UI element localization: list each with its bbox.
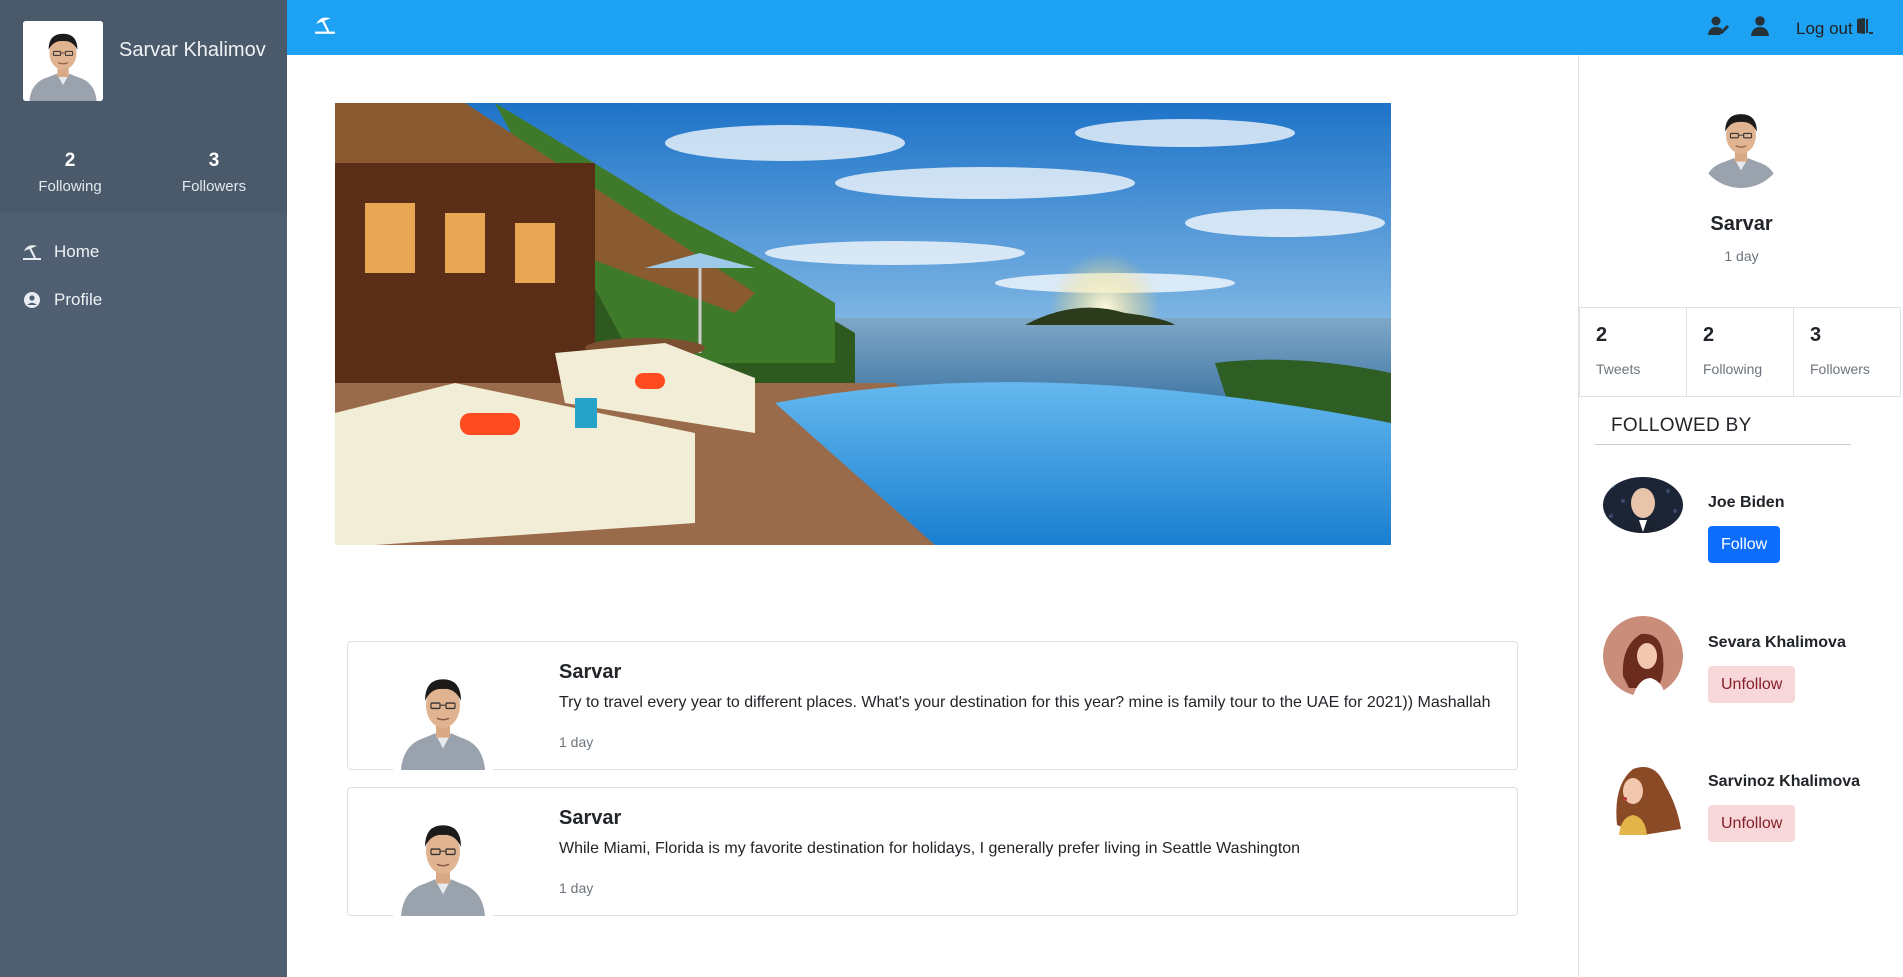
- main-feed: Sarvar Try to travel every year to diffe…: [287, 55, 1579, 977]
- sidebar-nav: Home Profile: [0, 228, 287, 324]
- banner-image: [335, 103, 1391, 545]
- tweet-timestamp: 1 day: [559, 880, 594, 896]
- sidebar-item-home[interactable]: Home: [0, 228, 287, 276]
- tweet-text: Try to travel every year to different pl…: [559, 694, 1491, 711]
- sidebar-item-profile[interactable]: Profile: [0, 276, 287, 324]
- profile-panel: Sarvar 1 day 2 Tweets 2 Following 3 Foll…: [1578, 55, 1903, 977]
- stat-label: Tweets: [1596, 361, 1641, 377]
- avatar[interactable]: [1603, 755, 1683, 835]
- door-exit-icon: [1855, 17, 1873, 40]
- user-circle-icon: [22, 290, 42, 310]
- stat-followers[interactable]: 3 Followers: [1794, 308, 1900, 396]
- stat-value: 3: [208, 150, 220, 171]
- profile-name: Sarvar: [1710, 213, 1773, 235]
- logout-label: Log out: [1796, 18, 1853, 38]
- follower-item: Sarvinoz Khalimova Unfollow: [1579, 755, 1903, 855]
- tweet-author[interactable]: Sarvar: [559, 661, 621, 684]
- tweet-author[interactable]: Sarvar: [559, 807, 621, 830]
- divider: [1595, 444, 1851, 445]
- stat-label: Followers: [181, 178, 247, 195]
- unfollow-button[interactable]: Unfollow: [1708, 805, 1796, 842]
- avatar[interactable]: [1697, 100, 1785, 188]
- profile-stats: 2 Tweets 2 Following 3 Followers: [1579, 307, 1901, 397]
- sidebar: Sarvar Khalimov 2 Following 3 Followers …: [0, 0, 287, 977]
- tweet-card[interactable]: Sarvar While Miami, Florida is my favori…: [347, 787, 1518, 916]
- sidebar-profile-card: Sarvar Khalimov 2 Following 3 Followers: [0, 0, 287, 212]
- stat-value: 2: [64, 150, 76, 171]
- top-navbar: Log out: [287, 0, 1903, 55]
- sidebar-following-stat[interactable]: 2 Following: [5, 150, 135, 195]
- sidebar-followers-stat[interactable]: 3 Followers: [149, 150, 279, 195]
- umbrella-beach-icon: [22, 242, 42, 262]
- stat-label: Following: [38, 178, 102, 195]
- stat-value: 2: [1596, 324, 1608, 346]
- logout-button[interactable]: Log out: [1796, 17, 1873, 40]
- user-edit-icon[interactable]: [1708, 16, 1730, 38]
- tweet-card[interactable]: Sarvar Try to travel every year to diffe…: [347, 641, 1518, 770]
- sidebar-item-label: Home: [54, 242, 100, 261]
- profile-timestamp: 1 day: [1724, 248, 1759, 264]
- followed-by-heading: FOLLOWED BY: [1611, 415, 1752, 436]
- stat-value: 3: [1810, 324, 1822, 346]
- follow-button[interactable]: Follow: [1708, 526, 1781, 563]
- tweet-timestamp: 1 day: [559, 734, 594, 750]
- avatar[interactable]: [1603, 476, 1683, 556]
- avatar[interactable]: [1603, 616, 1683, 696]
- follower-name[interactable]: Joe Biden: [1708, 494, 1784, 512]
- stat-value: 2: [1703, 324, 1715, 346]
- tweet-text: While Miami, Florida is my favorite dest…: [559, 840, 1301, 857]
- stat-following[interactable]: 2 Following: [1687, 308, 1794, 396]
- stat-tweets[interactable]: 2 Tweets: [1580, 308, 1687, 396]
- avatar[interactable]: [393, 808, 493, 916]
- unfollow-button[interactable]: Unfollow: [1708, 666, 1796, 703]
- sidebar-user-name: Sarvar Khalimov: [119, 39, 266, 61]
- follower-item: Sevara Khalimova Unfollow: [1579, 616, 1903, 716]
- avatar[interactable]: [23, 21, 103, 101]
- follower-item: Joe Biden Follow: [1579, 476, 1903, 576]
- follower-name[interactable]: Sevara Khalimova: [1708, 634, 1846, 652]
- umbrella-beach-icon[interactable]: [314, 15, 338, 39]
- user-icon[interactable]: [1751, 16, 1773, 38]
- follower-name[interactable]: Sarvinoz Khalimova: [1708, 773, 1860, 791]
- stat-label: Following: [1703, 361, 1763, 377]
- sidebar-item-label: Profile: [54, 290, 103, 309]
- stat-label: Followers: [1810, 361, 1870, 377]
- avatar[interactable]: [393, 662, 493, 770]
